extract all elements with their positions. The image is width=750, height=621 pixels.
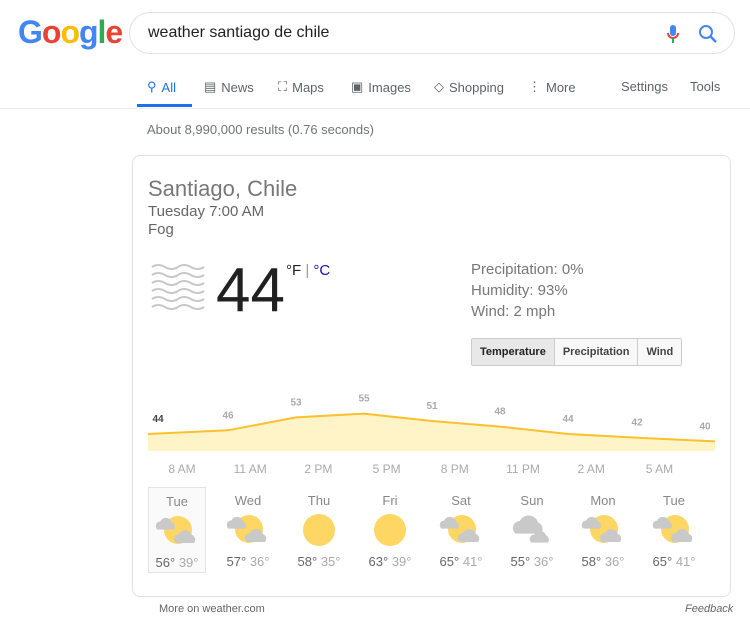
high-temp: 58° (581, 554, 602, 569)
high-temp: 65° (652, 554, 673, 569)
result-stats: About 8,990,000 results (0.76 seconds) (147, 122, 374, 137)
precipitation-button[interactable]: Precipitation (553, 339, 638, 365)
forecast-day[interactable]: Tue 65° 41° (645, 487, 703, 569)
high-temp: 56° (155, 555, 176, 570)
low-temp: 35° (320, 554, 341, 569)
unit-c[interactable]: °C (313, 262, 330, 279)
partly-cloudy-icon (149, 511, 205, 551)
unit-toggle[interactable]: °F | °C (286, 262, 330, 279)
sunny-icon (290, 510, 348, 550)
tab-shopping[interactable]: ◇ Shopping (434, 79, 504, 95)
low-temp: 39° (391, 554, 412, 569)
forecast-day[interactable]: Fri 63° 39° (361, 487, 419, 569)
day-name: Sun (520, 493, 544, 508)
map-icon: ⛶ (278, 79, 288, 94)
day-name: Mon (590, 493, 616, 508)
settings-link[interactable]: Settings (621, 79, 668, 94)
location: Santiago, Chile (148, 176, 298, 201)
forecast-day[interactable]: Mon 58° 36° (574, 487, 632, 569)
partly-cloudy-icon (219, 510, 277, 550)
search-icon: ⚲ (147, 79, 157, 94)
active-tab-indicator (137, 104, 192, 107)
precipitation: Precipitation: 0% (471, 261, 584, 278)
condition: Fog (148, 221, 174, 238)
sunny-icon (361, 510, 419, 550)
tab-maps[interactable]: ⛶ Maps (278, 79, 324, 95)
search-input[interactable]: weather santiago de chile (148, 24, 329, 42)
day-name: Thu (307, 493, 331, 508)
high-temp: 58° (297, 554, 318, 569)
more-icon: ⋮ (528, 79, 541, 94)
microphone-icon[interactable] (666, 24, 680, 44)
current-temperature: 44 (216, 256, 285, 325)
tools-link[interactable]: Tools (690, 79, 720, 94)
search-icon[interactable] (698, 24, 718, 44)
date-time: Tuesday 7:00 AM (148, 203, 265, 220)
fog-icon (151, 264, 205, 310)
low-temp: 36° (533, 554, 554, 569)
tab-all[interactable]: ⚲ All (147, 79, 176, 95)
image-icon: ▣ (351, 79, 364, 94)
tab-more[interactable]: ⋮ More (528, 79, 576, 95)
news-icon: ▤ (204, 79, 217, 94)
day-name: Tue (166, 494, 188, 509)
tab-images[interactable]: ▣ Images (351, 79, 411, 95)
tab-news[interactable]: ▤ News (204, 79, 254, 95)
tab-label: Maps (292, 79, 324, 95)
divider (0, 108, 750, 109)
tab-label: Images (368, 79, 411, 95)
low-temp: 39° (178, 555, 199, 570)
cloudy-icon (503, 510, 561, 550)
day-name: Tue (663, 493, 685, 508)
wind-button[interactable]: Wind (637, 339, 682, 365)
forecast-day[interactable]: Thu 58° 35° (290, 487, 348, 569)
feedback-link[interactable]: Feedback (685, 603, 733, 615)
chart-mode-selector: Temperature Precipitation Wind (471, 338, 683, 366)
partly-cloudy-icon (432, 510, 490, 550)
unit-f[interactable]: °F (286, 262, 301, 279)
forecast-day[interactable]: Sun 55° 36° (503, 487, 561, 569)
day-name: Sat (451, 493, 471, 508)
high-temp: 63° (368, 554, 389, 569)
partly-cloudy-icon (574, 510, 632, 550)
high-temp: 57° (226, 554, 247, 569)
forecast-day[interactable]: Sat 65° 41° (432, 487, 490, 569)
day-name: Fri (382, 493, 398, 508)
humidity: Humidity: 93% (471, 282, 568, 299)
wind: Wind: 2 mph (471, 303, 556, 320)
partly-cloudy-icon (645, 510, 703, 550)
day-name: Wed (234, 493, 262, 508)
high-temp: 55° (510, 554, 531, 569)
tab-label: News (221, 79, 254, 95)
low-temp: 41° (675, 554, 696, 569)
tab-label: More (546, 79, 576, 95)
search-box[interactable]: weather santiago de chile (129, 12, 735, 54)
high-temp: 65° (439, 554, 460, 569)
tab-label: All (161, 79, 176, 95)
forecast-day[interactable]: Tue 56° 39° (148, 487, 206, 573)
low-temp: 41° (462, 554, 483, 569)
low-temp: 36° (604, 554, 625, 569)
forecast-day[interactable]: Wed 57° 36° (219, 487, 277, 569)
google-logo[interactable]: Google (18, 14, 123, 51)
unit-separator: | (301, 262, 314, 279)
tab-label: Shopping (449, 79, 504, 95)
temperature-button[interactable]: Temperature (472, 339, 554, 365)
low-temp: 36° (249, 554, 270, 569)
more-link[interactable]: More on weather.com (159, 603, 265, 615)
tag-icon: ◇ (434, 79, 444, 94)
